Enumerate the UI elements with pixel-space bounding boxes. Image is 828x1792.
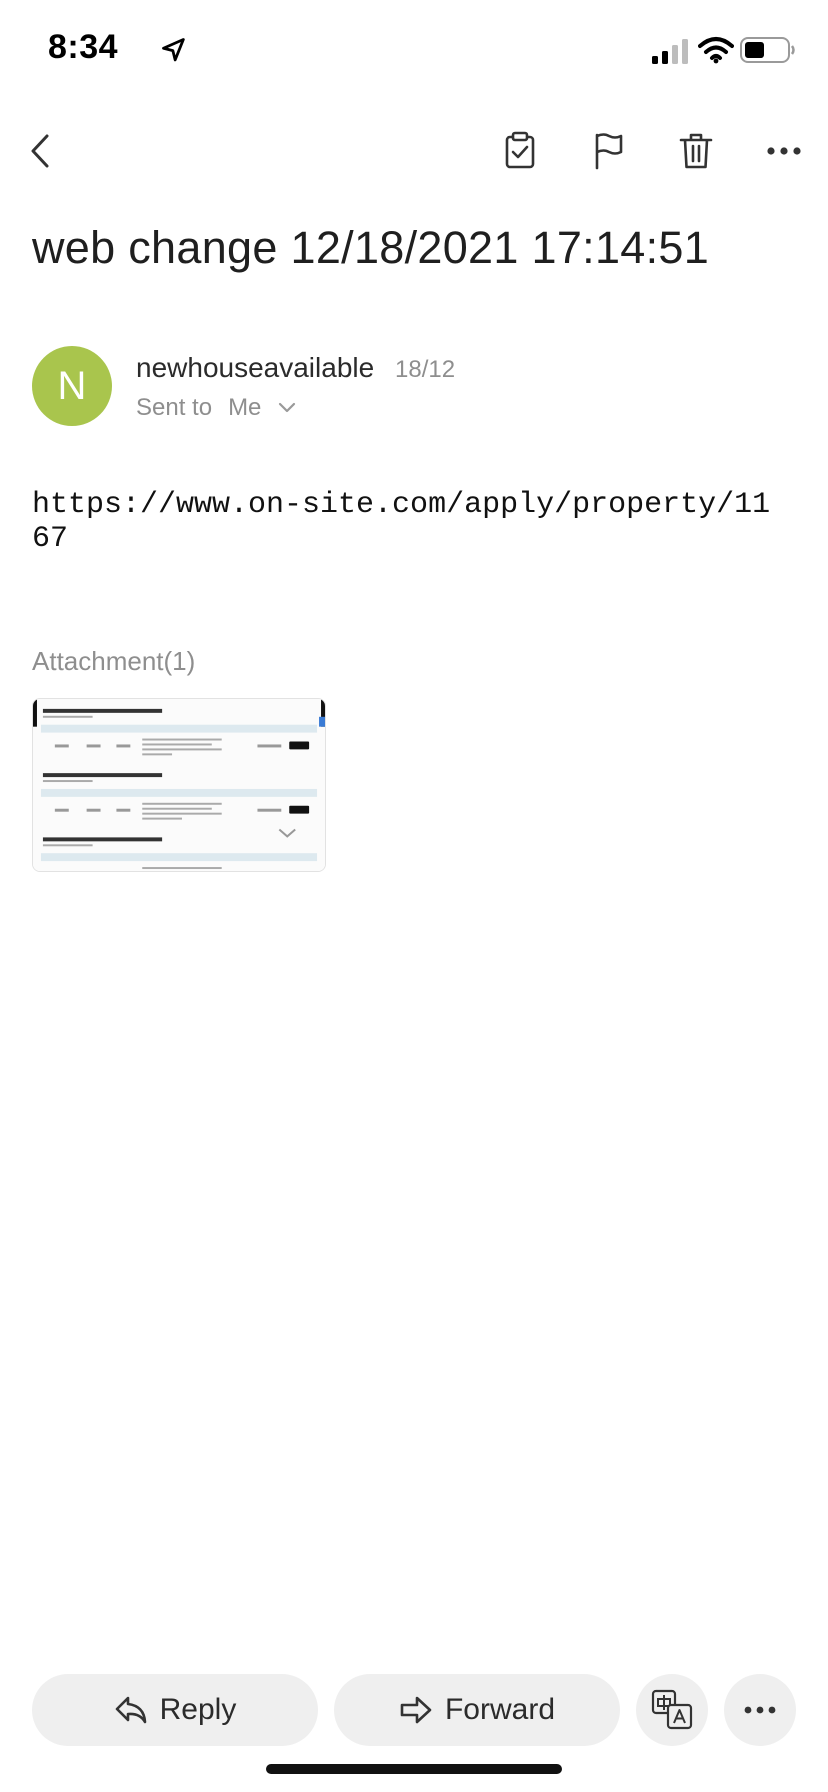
- home-indicator[interactable]: [266, 1764, 562, 1774]
- battery-icon: [740, 37, 795, 63]
- recipient-name: Me: [228, 394, 262, 421]
- chevron-down-icon: [279, 402, 296, 413]
- email-subject: web change 12/18/2021 17:14:51: [32, 222, 710, 273]
- delete-button[interactable]: [660, 115, 732, 187]
- forward-icon: [400, 1696, 432, 1724]
- reply-label: Reply: [159, 1693, 237, 1726]
- status-bar: 8:34: [0, 0, 828, 100]
- translate-icon: [651, 1689, 693, 1730]
- reply-icon: [115, 1696, 146, 1724]
- wifi-icon: [698, 37, 734, 64]
- mark-done-clipboard-icon: [505, 131, 535, 169]
- forward-button[interactable]: Forward: [334, 1674, 620, 1746]
- trash-icon: [679, 133, 713, 169]
- location-arrow-icon: [162, 38, 185, 62]
- flag-icon: [595, 133, 623, 170]
- more-actions-button[interactable]: [724, 1674, 796, 1746]
- flag-button[interactable]: [572, 115, 644, 187]
- status-time: 8:34: [48, 28, 119, 66]
- email-body-link[interactable]: https://www.on-site.com/apply/property/1…: [32, 488, 772, 556]
- sent-to-label: Sent to: [136, 394, 213, 421]
- attachment-thumbnail[interactable]: [32, 698, 326, 872]
- more-horizontal-icon: [767, 147, 801, 155]
- cellular-signal-icon: [652, 39, 688, 64]
- toolbar: [0, 115, 828, 187]
- more-button[interactable]: [748, 115, 820, 187]
- back-chevron-icon: [31, 134, 49, 168]
- sender-name[interactable]: newhouseavailable: [136, 352, 374, 384]
- translate-button[interactable]: [636, 1674, 708, 1746]
- reply-button[interactable]: Reply: [32, 1674, 318, 1746]
- recipients-toggle[interactable]: Sent to Me: [136, 394, 297, 422]
- mark-done-button[interactable]: [484, 115, 556, 187]
- more-horizontal-icon: [744, 1706, 776, 1714]
- email-date: 18/12: [395, 356, 456, 383]
- bottom-action-bar: Reply Forward: [0, 1674, 828, 1746]
- back-button[interactable]: [6, 115, 78, 187]
- attachment-preview-image: [33, 699, 325, 871]
- avatar-initial: N: [57, 363, 87, 408]
- attachment-label: Attachment(1): [32, 646, 196, 676]
- forward-label: Forward: [444, 1693, 556, 1726]
- avatar[interactable]: N: [32, 346, 112, 426]
